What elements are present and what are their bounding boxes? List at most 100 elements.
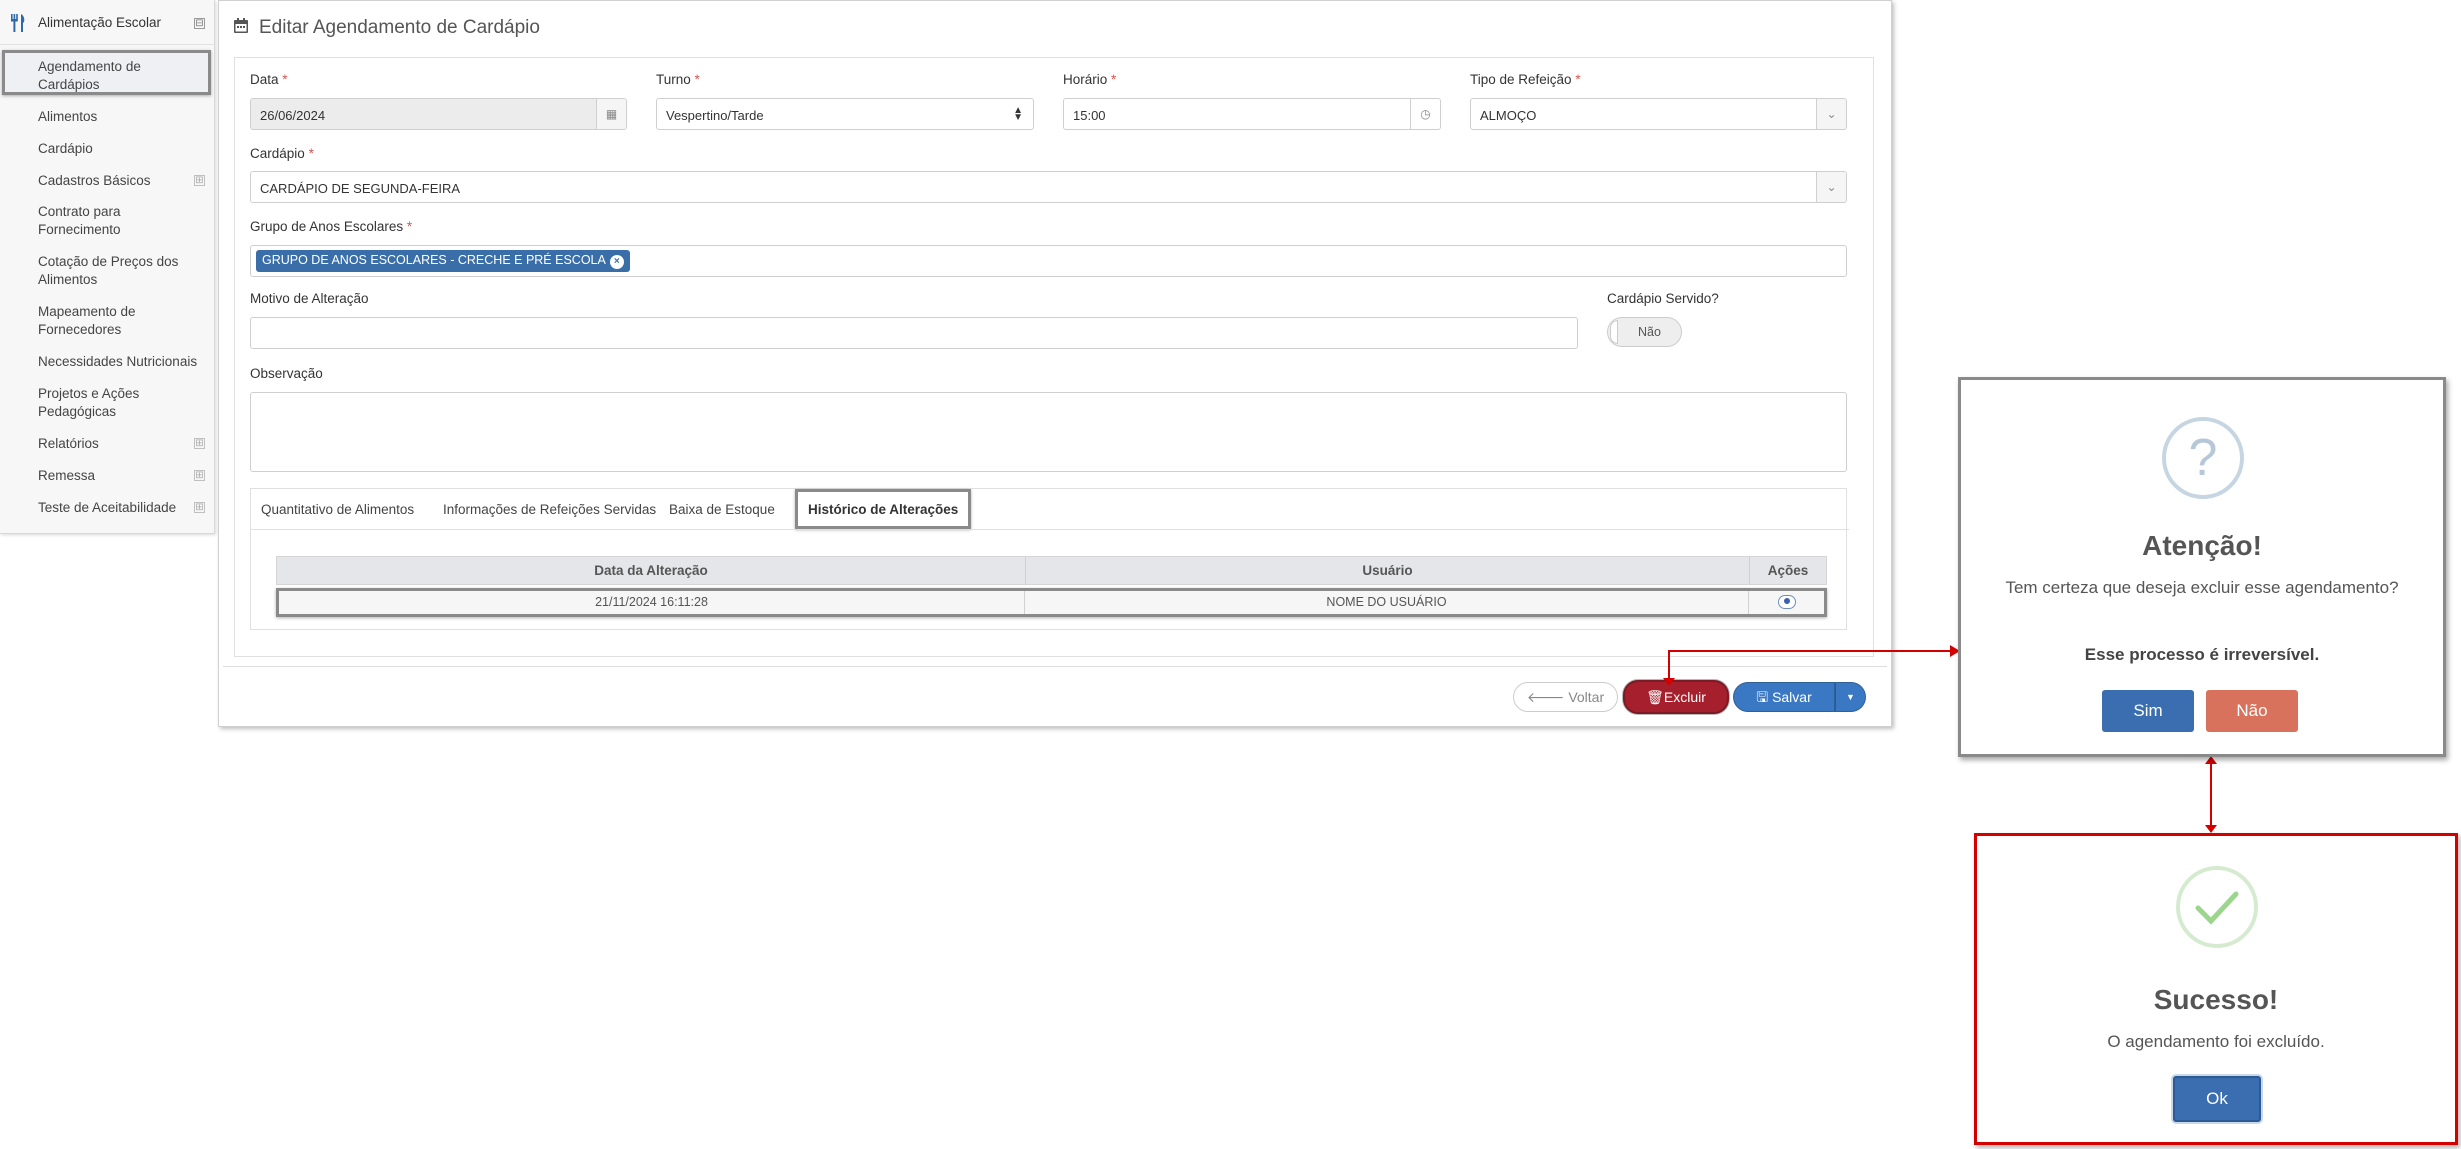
sidebar-item-projetos[interactable]: Projetos e Ações Pedagógicas [0, 385, 215, 421]
column-header: Data da Alteração [277, 557, 1026, 584]
check-icon [2195, 891, 2239, 925]
sim-button[interactable]: Sim [2102, 690, 2194, 732]
motivo-label: Motivo de Alteração [250, 291, 369, 306]
arrow-left-icon: 🡐 [1526, 689, 1565, 705]
sidebar-item-label: Alimentos [38, 109, 98, 124]
cutlery-icon [11, 14, 25, 32]
caret-down-icon: ▼ [1846, 692, 1855, 702]
salvar-dropdown-button[interactable]: ▼ [1835, 682, 1866, 712]
arrow-head-icon [1663, 678, 1675, 686]
sidebar-item-label: Cotação de Preços dos Alimentos [38, 254, 179, 287]
trash-icon: 🗑 [1646, 689, 1664, 705]
horario-field[interactable]: 15:00 ◷ [1063, 98, 1441, 130]
sidebar-item-cotacao[interactable]: Cotação de Preços dos Alimentos [0, 253, 215, 289]
excluir-label: Excluir [1663, 689, 1706, 705]
observacao-textarea[interactable] [250, 392, 1847, 472]
data-label: Data * [250, 72, 288, 87]
expand-icon[interactable]: ⊞ [194, 502, 205, 513]
sidebar-item-teste-aceitabilidade[interactable]: Teste de Aceitabilidade ⊞ [0, 499, 215, 517]
sidebar-item-label: Cadastros Básicos [38, 173, 151, 188]
grupo-tag: GRUPO DE ANOS ESCOLARES - CRECHE E PRÉ E… [256, 250, 630, 272]
calendar-icon [234, 18, 248, 33]
table-header: Data da Alteração Usuário Ações [276, 556, 1827, 585]
edit-panel: Editar Agendamento de Cardápio Data * 26… [218, 0, 1892, 727]
connector-line [1668, 650, 1955, 652]
collapse-icon[interactable]: ⊟ [194, 18, 205, 29]
confirm-warning: Esse processo é irreversível. [2084, 645, 2320, 664]
turno-select[interactable]: Vespertino/Tarde ▲ ▼ [656, 98, 1034, 130]
cardapio-label: Cardápio * [250, 146, 314, 161]
nao-button[interactable]: Não [2206, 690, 2298, 732]
calendar-icon[interactable]: ▦ [596, 99, 626, 129]
page-title: Editar Agendamento de Cardápio [259, 17, 540, 38]
question-icon: ? [2162, 417, 2244, 499]
excluir-button[interactable]: 🗑Excluir [1623, 680, 1729, 714]
sidebar-item-label: Relatórios [38, 436, 99, 451]
chevron-down-icon[interactable]: ⌄ [1816, 99, 1846, 129]
tipo-refeicao-label: Tipo de Refeição * [1470, 72, 1581, 87]
sidebar-item-cadastros-basicos[interactable]: Cadastros Básicos ⊞ [0, 172, 215, 190]
turno-label: Turno * [656, 72, 700, 87]
tab-informacoes-refeicoes[interactable]: Informações de Refeições Servidas [433, 489, 666, 529]
sidebar-item-label: Contrato para Fornecimento [38, 204, 121, 237]
tab-historico[interactable]: Histórico de Alterações [795, 489, 972, 529]
clock-icon[interactable]: ◷ [1410, 99, 1440, 129]
tabs-container: Quantitativo de Alimentos Informações de… [250, 488, 1849, 630]
success-message: O agendamento foi excluído. [2107, 1032, 2325, 1051]
expand-icon[interactable]: ⊞ [194, 175, 205, 186]
sidebar-item-remessa[interactable]: Remessa ⊞ [0, 467, 215, 485]
row-date: 21/11/2024 16:11:28 [279, 591, 1025, 614]
sidebar-item-agendamento[interactable]: Agendamento de Cardápios [0, 58, 215, 94]
grupo-label: Grupo de Anos Escolares * [250, 219, 413, 234]
horario-value: 15:00 [1073, 108, 1106, 123]
remove-tag-icon[interactable]: × [609, 255, 624, 269]
observacao-label: Observação [250, 366, 323, 381]
ok-button[interactable]: Ok [2173, 1076, 2261, 1122]
salvar-label: Salvar [1772, 689, 1812, 705]
sidebar-item-necessidades[interactable]: Necessidades Nutricionais [0, 353, 215, 371]
confirm-dialog: ? Atenção! Tem certeza que deseja exclui… [1958, 377, 2446, 757]
tab-divider [251, 529, 1849, 530]
data-value: 26/06/2024 [260, 108, 326, 123]
sidebar-item-contrato[interactable]: Contrato para Fornecimento [0, 203, 215, 239]
sidebar-item-cardapio[interactable]: Cardápio [0, 140, 215, 158]
sidebar-item-mapeamento[interactable]: Mapeamento de Fornecedores [0, 303, 215, 339]
expand-icon[interactable]: ⊞ [194, 470, 205, 481]
sidebar-item-label: Necessidades Nutricionais [38, 354, 198, 369]
column-header: Usuário [1026, 557, 1750, 584]
data-field[interactable]: 26/06/2024 ▦ [250, 98, 627, 130]
sidebar: Alimentação Escolar ⊟ Agendamento de Car… [0, 0, 215, 534]
arrow-head-icon [2205, 756, 2217, 764]
eye-icon[interactable] [1777, 595, 1796, 609]
chevron-down-icon[interactable]: ⌄ [1816, 172, 1846, 202]
sidebar-header[interactable]: Alimentação Escolar ⊟ [0, 0, 215, 45]
confirm-message: Tem certeza que deseja excluir esse agen… [2005, 578, 2399, 597]
servido-label: Cardápio Servido? [1607, 291, 1719, 306]
sort-caret-icon: ▲ ▼ [1013, 105, 1023, 123]
sidebar-item-relatorios[interactable]: Relatórios ⊞ [0, 435, 215, 453]
cardapio-select[interactable]: CARDÁPIO DE SEGUNDA-FEIRA ⌄ [250, 171, 1847, 203]
footer-divider [223, 666, 1887, 667]
tab-baixa-estoque[interactable]: Baixa de Estoque [659, 489, 785, 529]
check-circle [2176, 866, 2258, 948]
tipo-refeicao-select[interactable]: ALMOÇO ⌄ [1470, 98, 1847, 130]
tab-quantitativo[interactable]: Quantitativo de Alimentos [251, 489, 424, 529]
toggle-knob [1610, 320, 1618, 344]
salvar-button[interactable]: 🖫 Salvar [1733, 682, 1835, 712]
sidebar-item-alimentos[interactable]: Alimentos [0, 108, 215, 126]
arrow-head-icon [2205, 825, 2217, 833]
servido-toggle[interactable]: Não [1607, 317, 1682, 347]
expand-icon[interactable]: ⊞ [194, 438, 205, 449]
table-row: 21/11/2024 16:11:28 NOME DO USUÁRIO [276, 588, 1827, 617]
voltar-button[interactable]: 🡐 Voltar [1513, 682, 1618, 712]
tipo-refeicao-value: ALMOÇO [1480, 108, 1537, 123]
cardapio-value: CARDÁPIO DE SEGUNDA-FEIRA [260, 181, 461, 196]
confirm-title: Atenção! [2142, 530, 2262, 561]
sidebar-item-label: Teste de Aceitabilidade [38, 500, 177, 515]
success-dialog: Sucesso! O agendamento foi excluído. Ok [1974, 833, 2458, 1145]
motivo-input[interactable] [250, 317, 1578, 349]
turno-value: Vespertino/Tarde [666, 108, 764, 123]
form-area: Data * 26/06/2024 ▦ Turno * Vespertino/T… [234, 57, 1874, 657]
servido-value: Não [1638, 325, 1661, 339]
grupo-multiselect[interactable]: GRUPO DE ANOS ESCOLARES - CRECHE E PRÉ E… [250, 245, 1847, 277]
